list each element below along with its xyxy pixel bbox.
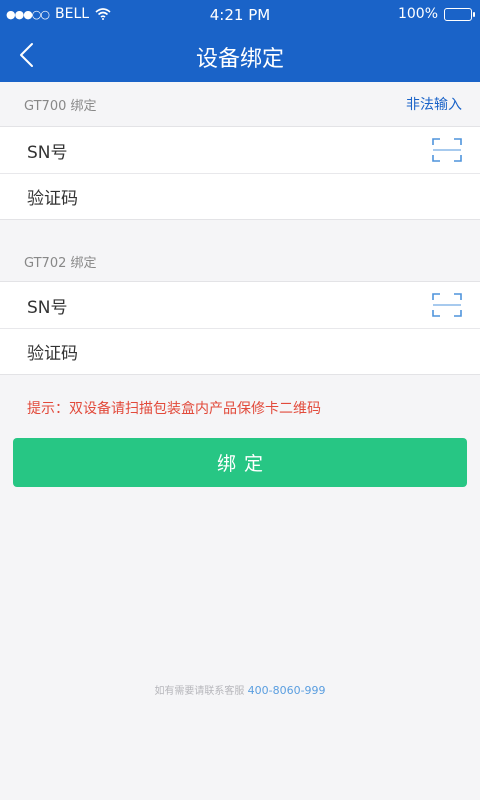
hint-text: 提示：双设备请扫描包装盒内产品保修卡二维码 [27,401,321,417]
scan-icon[interactable] [432,293,462,317]
code-label: 验证码 [27,344,78,364]
gt700-code-field[interactable]: 验证码 [0,173,480,219]
sn-label: SN号 [27,297,68,318]
gt700-form: SN号 验证码 [0,126,480,220]
status-bar: ●●●○○ BELL 4:21 PM 100% [0,0,480,28]
section-title-gt702: GT702 绑定 [24,255,97,271]
code-label: 验证码 [27,189,78,209]
section-header-gt700: GT700 绑定 非法输入 [0,82,480,126]
battery-percent: 100% [397,6,438,22]
gt702-form: SN号 验证码 [0,281,480,375]
header-bar: ●●●○○ BELL 4:21 PM 100% 设备绑定 [0,0,480,82]
section-title-gt700: GT700 绑定 [24,98,97,114]
sn-label: SN号 [27,142,68,163]
support-phone-link[interactable]: 400-8060-999 [248,684,326,697]
footer-contact: 如有需要请联系客服 400-8060-999 [0,682,480,697]
battery-icon [444,7,475,21]
status-right: 100% [397,6,475,22]
scan-icon[interactable] [432,138,462,162]
gt700-sn-field[interactable]: SN号 [0,127,480,173]
gt702-code-field[interactable]: 验证码 [0,328,480,374]
footer-text: 如有需要请联系客服 [154,686,245,697]
gt702-sn-field[interactable]: SN号 [0,282,480,328]
section-header-gt702: GT702 绑定 [0,239,480,283]
illegal-input-link[interactable]: 非法输入 [406,94,462,114]
page-title: 设备绑定 [195,47,284,72]
bind-button[interactable]: 绑定 [13,438,467,487]
